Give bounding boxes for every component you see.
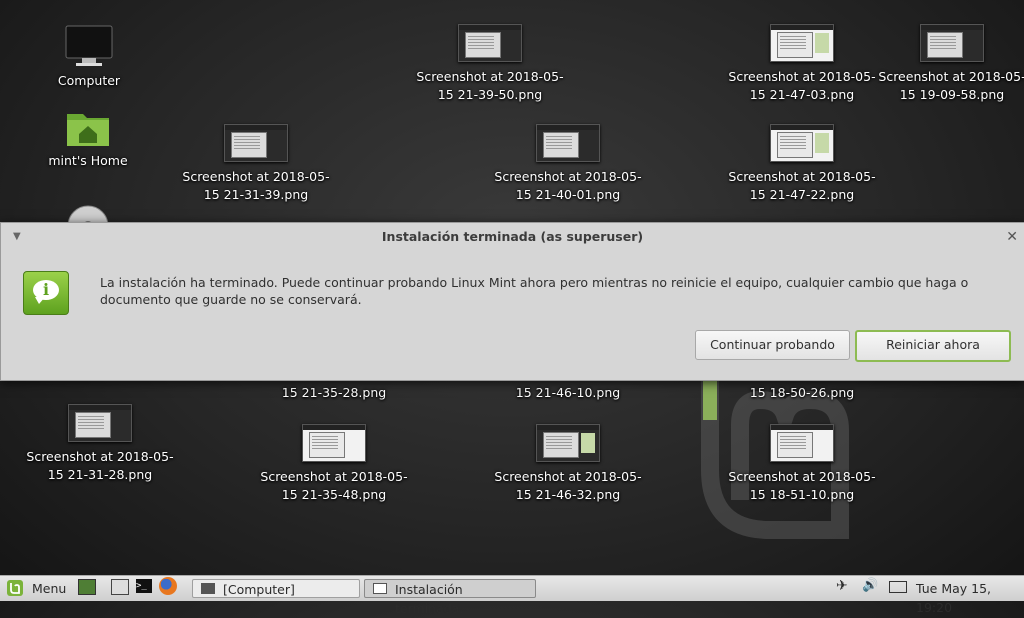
- icon-label: 15 21-35-28.png: [281, 385, 387, 400]
- screenshot-file-icon[interactable]: 15 18-50-26.png: [722, 384, 882, 402]
- taskbar-window-computer[interactable]: [Computer]: [192, 579, 360, 598]
- icon-label: Screenshot at 2018-05-: [878, 69, 1024, 84]
- taskbar: Menu >_ [Computer] Instalación terminada…: [0, 575, 1024, 616]
- network-icon[interactable]: ✈: [836, 579, 852, 593]
- icon-label: 15 21-31-39.png: [203, 187, 309, 202]
- close-icon[interactable]: ✕: [1006, 223, 1018, 251]
- icon-label: 15 18-51-10.png: [749, 487, 855, 502]
- menu-label: Menu: [32, 581, 67, 596]
- image-thumbnail: [920, 24, 984, 62]
- menu-button[interactable]: Menu: [6, 579, 66, 598]
- taskbar-window-installation[interactable]: Instalación terminada...: [364, 579, 536, 616]
- icon-label: 15 21-47-22.png: [749, 187, 855, 202]
- icon-label: Screenshot at 2018-05-: [416, 69, 564, 84]
- icon-label: Screenshot at 2018-05-: [494, 469, 642, 484]
- screenshot-file-icon[interactable]: Screenshot at 2018-05- 15 21-47-22.png: [722, 124, 882, 204]
- icon-label: mint's Home: [48, 153, 128, 168]
- window-icon: [373, 583, 387, 594]
- image-thumbnail: [770, 424, 834, 462]
- volume-icon[interactable]: 🔊: [862, 579, 878, 593]
- icon-label: Computer: [57, 73, 121, 88]
- icon-label: 15 21-46-10.png: [515, 385, 621, 400]
- disc-icon[interactable]: [66, 204, 110, 222]
- screenshot-file-icon[interactable]: Screenshot at 2018-05- 15 18-51-10.png: [722, 424, 882, 504]
- screenshot-file-icon[interactable]: 15 21-46-10.png: [488, 384, 648, 402]
- computer-desktop-icon[interactable]: Computer: [44, 24, 134, 90]
- dialog-title: Instalación terminada (as superuser): [381, 229, 644, 244]
- screenshot-file-icon[interactable]: Screenshot at 2018-05- 15 21-47-03.png: [722, 24, 882, 104]
- screenshot-file-icon[interactable]: 15 21-35-28.png: [254, 384, 414, 402]
- firefox-icon[interactable]: [159, 577, 177, 595]
- dialog-message: La instalación ha terminado. Puede conti…: [100, 275, 969, 307]
- window-menu-icon[interactable]: ▼: [13, 223, 21, 251]
- screenshot-file-icon[interactable]: Screenshot at 2018-05- 15 21-40-01.png: [488, 124, 648, 204]
- image-thumbnail: [536, 124, 600, 162]
- home-folder-icon: [67, 114, 109, 146]
- icon-label: Screenshot at 2018-05-: [728, 69, 876, 84]
- info-bubble-icon: i: [23, 271, 69, 315]
- image-thumbnail: [302, 424, 366, 462]
- home-folder-desktop-icon[interactable]: mint's Home: [40, 108, 136, 170]
- screenshot-file-icon[interactable]: Screenshot at 2018-05- 15 21-31-28.png: [20, 404, 180, 484]
- battery-icon[interactable]: [889, 581, 907, 593]
- screenshot-file-icon[interactable]: Screenshot at 2018-05- 15 21-39-50.png: [410, 24, 570, 104]
- screenshot-file-icon[interactable]: Screenshot at 2018-05- 15 19-09-58.png: [872, 24, 1024, 104]
- terminal-launcher-icon[interactable]: [111, 579, 129, 595]
- icon-label: Screenshot at 2018-05-: [260, 469, 408, 484]
- icon-label: Screenshot at 2018-05-: [728, 469, 876, 484]
- icon-label: 15 21-47-03.png: [749, 87, 855, 102]
- icon-label: 15 21-31-28.png: [47, 467, 153, 482]
- monitor-icon: [65, 25, 113, 66]
- screenshot-file-icon[interactable]: Screenshot at 2018-05- 15 21-46-32.png: [488, 424, 648, 504]
- image-thumbnail: [458, 24, 522, 62]
- show-desktop-icon[interactable]: [78, 579, 96, 595]
- image-thumbnail: [68, 404, 132, 442]
- icon-label: Screenshot at 2018-05-: [494, 169, 642, 184]
- window-title: Instalación terminada...: [395, 582, 472, 616]
- mint-menu-icon: [7, 580, 23, 596]
- image-thumbnail: [536, 424, 600, 462]
- icon-label: 15 21-46-32.png: [515, 487, 621, 502]
- installation-finished-dialog: ▼ Instalación terminada (as superuser) ✕…: [0, 222, 1024, 381]
- icon-label: 15 21-39-50.png: [437, 87, 543, 102]
- terminal-icon[interactable]: >_: [136, 579, 152, 593]
- image-thumbnail: [770, 124, 834, 162]
- continue-testing-button[interactable]: Continuar probando: [695, 330, 850, 360]
- image-thumbnail: [770, 24, 834, 62]
- icon-label: Screenshot at 2018-05-: [728, 169, 876, 184]
- icon-label: Screenshot at 2018-05-: [182, 169, 330, 184]
- window-icon: [201, 583, 215, 594]
- restart-now-button[interactable]: Reiniciar ahora: [855, 330, 1011, 362]
- screenshot-file-icon[interactable]: Screenshot at 2018-05- 15 21-35-48.png: [254, 424, 414, 504]
- icon-label: 15 19-09-58.png: [899, 87, 1005, 102]
- screenshot-file-icon[interactable]: Screenshot at 2018-05- 15 21-31-39.png: [176, 124, 336, 204]
- dialog-titlebar[interactable]: ▼ Instalación terminada (as superuser) ✕: [1, 223, 1024, 251]
- image-thumbnail: [224, 124, 288, 162]
- clock[interactable]: Tue May 15, 19:20: [916, 579, 1022, 615]
- icon-label: 15 21-40-01.png: [515, 187, 621, 202]
- window-title: [Computer]: [223, 582, 295, 597]
- icon-label: 15 18-50-26.png: [749, 385, 855, 400]
- icon-label: 15 21-35-48.png: [281, 487, 387, 502]
- icon-label: Screenshot at 2018-05-: [26, 449, 174, 464]
